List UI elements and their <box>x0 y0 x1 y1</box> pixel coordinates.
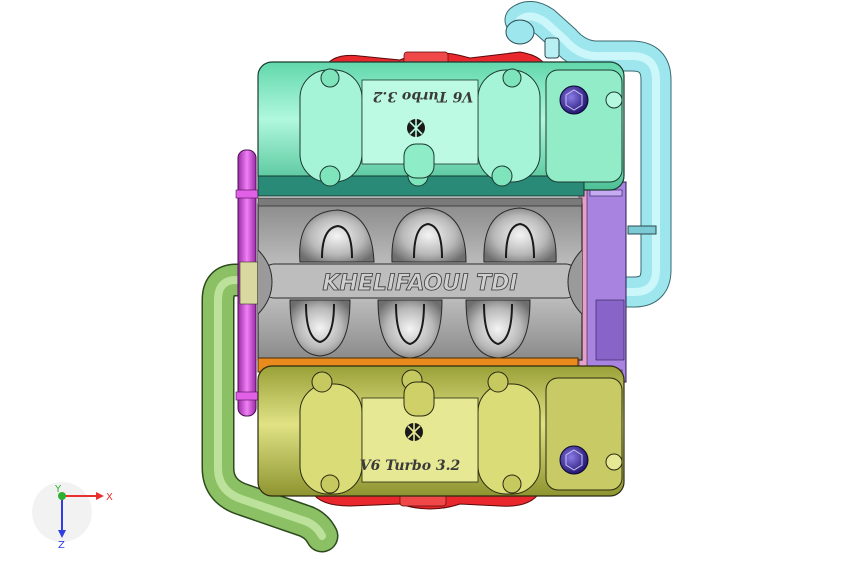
timing-cover-right <box>578 181 627 383</box>
bottom-cover-engraving: V6 Turbo 3.2 <box>360 458 461 474</box>
axis-y-label: Y <box>54 484 62 495</box>
valve-cover-bottom: V6 Turbo 3.2 <box>257 365 625 497</box>
axis-x-label: X <box>106 492 113 503</box>
3d-viewport[interactable]: V6 Turbo 3.2 KHELIFAOUI TDI V6 Turbo 3.2… <box>0 0 867 562</box>
cylinder-pockets-upper <box>299 207 557 263</box>
emblem-top-icon <box>407 119 425 137</box>
valve-cover-top: V6 Turbo 3.2 <box>257 61 625 197</box>
top-cover-engraving: V6 Turbo 3.2 <box>372 88 473 104</box>
emblem-bottom-icon <box>405 423 423 441</box>
engine-block: KHELIFAOUI TDI <box>257 197 583 361</box>
cylinder-pockets-lower <box>289 299 531 359</box>
engine-model[interactable]: V6 Turbo 3.2 KHELIFAOUI TDI V6 Turbo 3.2… <box>0 0 867 562</box>
block-branding: KHELIFAOUI TDI <box>322 271 517 296</box>
axis-z-label: Z <box>58 540 65 551</box>
coordinate-triad: X Y Z <box>32 482 113 551</box>
